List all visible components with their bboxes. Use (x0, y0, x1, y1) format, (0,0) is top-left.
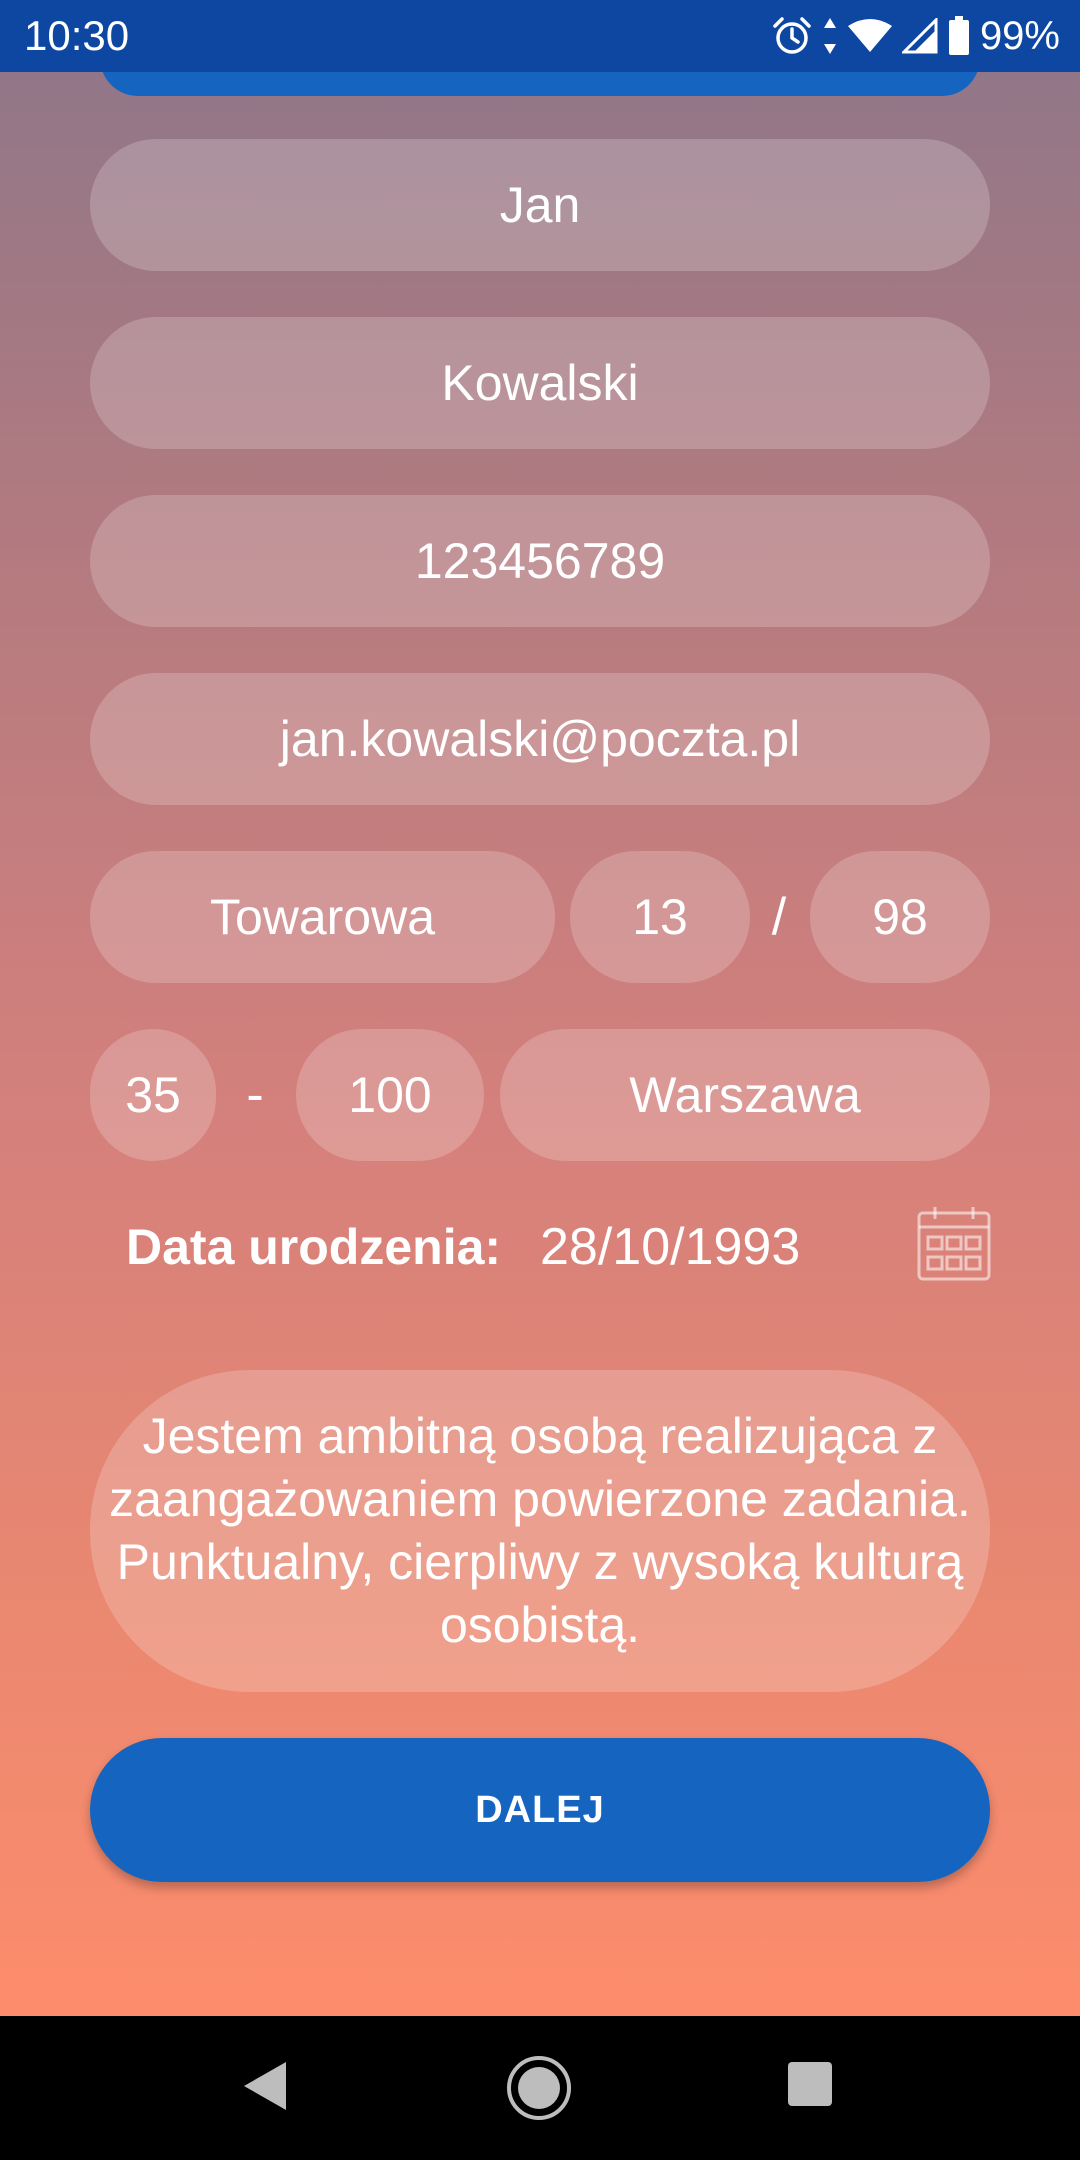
last-name-field[interactable]: Kowalski (90, 317, 990, 449)
apartment-number-field[interactable]: 98 (810, 851, 990, 983)
street-value: Towarowa (209, 889, 436, 945)
birth-date-label: Data urodzenia: (126, 1219, 502, 1275)
battery-icon (948, 16, 970, 56)
postal-code-part1-value: 35 (125, 1067, 181, 1123)
first-name-field[interactable]: Jan (90, 139, 990, 271)
building-number-value: 13 (632, 889, 688, 945)
home-icon[interactable] (505, 2054, 573, 2127)
phone-field[interactable]: 123456789 (90, 495, 990, 627)
back-icon[interactable] (240, 2056, 290, 2121)
alarm-icon (772, 16, 812, 56)
postal-code-part1-field[interactable]: 35 (90, 1029, 216, 1161)
recents-icon[interactable] (786, 2060, 834, 2113)
first-name-value: Jan (499, 177, 581, 233)
phone-value: 123456789 (414, 533, 666, 589)
email-value: jan.kowalski@poczta.pl (279, 711, 801, 767)
wifi-icon (847, 18, 892, 54)
bio-text: Jestem ambitną osobą realizująca z zaang… (109, 1408, 971, 1653)
battery-percent: 99% (979, 14, 1060, 58)
building-number-field[interactable]: 13 (570, 851, 750, 983)
email-field[interactable]: jan.kowalski@poczta.pl (90, 673, 990, 805)
postal-code-part2-value: 100 (348, 1067, 432, 1123)
navigation-bar (0, 2016, 1080, 2160)
cell-signal-icon (901, 18, 938, 54)
status-bar: 10:30 99% (0, 0, 1080, 72)
postal-code-part2-field[interactable]: 100 (296, 1029, 484, 1161)
data-arrows-icon (822, 16, 838, 56)
last-name-value: Kowalski (441, 355, 639, 411)
city-value: Warszawa (629, 1067, 861, 1123)
calendar-icon[interactable] (917, 1205, 991, 1281)
status-time: 10:30 (24, 12, 130, 59)
bio-textarea[interactable]: Jestem ambitną osobą realizująca z zaang… (90, 1370, 990, 1692)
street-field[interactable]: Towarowa (90, 851, 555, 983)
city-field[interactable]: Warszawa (500, 1029, 990, 1161)
status-icons: 99% (772, 12, 1060, 60)
app-screen: Jan Kowalski 123456789 jan.kowalski@pocz… (0, 0, 1080, 2016)
address-separator: / (771, 888, 787, 946)
postal-separator: - (246, 1066, 264, 1124)
apartment-number-value: 98 (872, 889, 928, 945)
birth-date-value[interactable]: 28/10/1993 (540, 1215, 800, 1279)
next-button[interactable]: DALEJ (90, 1738, 990, 1882)
